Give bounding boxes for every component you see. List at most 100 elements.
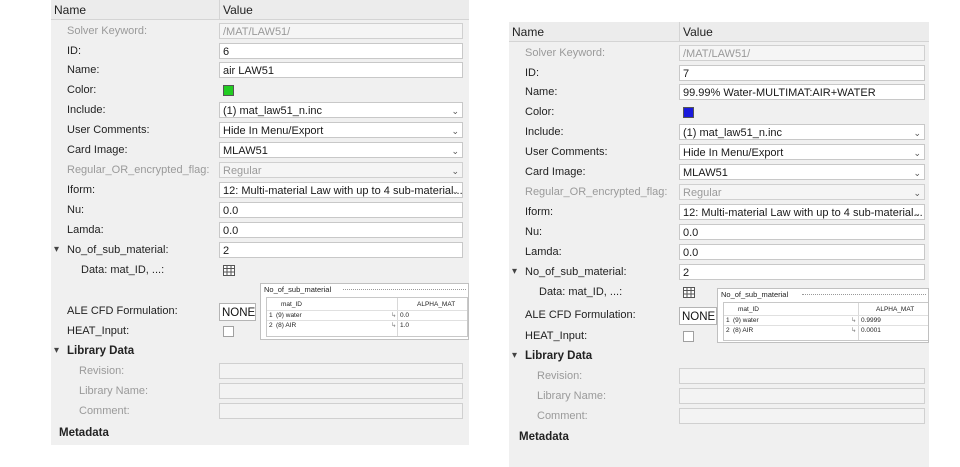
- chevron-down-icon: ⌄: [451, 146, 459, 156]
- name-column-header: Name: [512, 25, 545, 39]
- solver-keyword-label: Solver Keyword:: [67, 25, 148, 37]
- sub-material-table-popup: No_of_sub_material mat_ID ALPHA_MAT 1 (9…: [260, 283, 469, 340]
- regular-flag-value: Regular: [683, 187, 722, 199]
- table-row[interactable]: 1 (9) water ↳ 0.0: [267, 310, 467, 320]
- alpha-mat-cell: 0.9999: [861, 317, 881, 324]
- nu-label: Nu:: [67, 204, 85, 216]
- library-name-label: Library Name:: [79, 385, 149, 397]
- ale-cfd-field[interactable]: NONE: [219, 303, 256, 321]
- regular-flag-dropdown: Regular ⌄: [219, 162, 463, 178]
- revision-label: Revision:: [537, 370, 583, 382]
- solver-keyword-field: /MAT/LAW51/: [219, 23, 463, 39]
- chevron-down-icon: ⌄: [913, 188, 921, 198]
- color-swatch[interactable]: [683, 107, 694, 118]
- table-header: Name Value: [51, 0, 469, 20]
- id-field[interactable]: 7: [679, 65, 925, 81]
- iform-value: 12: Multi-material Law with up to 4 sub-…: [683, 207, 923, 219]
- sub-material-table: mat_ID ALPHA_MAT 1 (9) water ↳ 0.9999 2 …: [723, 302, 928, 341]
- sub-material-table-popup: No_of_sub_material mat_ID ALPHA_MAT 1 (9…: [717, 288, 929, 343]
- ale-cfd-label: ALE CFD Formulation:: [67, 305, 178, 317]
- user-comments-dropdown[interactable]: Hide In Menu/Export ⌄: [679, 144, 925, 160]
- chevron-down-icon: ⌄: [913, 128, 921, 138]
- include-dropdown[interactable]: (1) mat_law51_n.inc ⌄: [679, 124, 925, 140]
- mat-id-column-header: mat_ID: [281, 301, 302, 308]
- regular-flag-label: Regular_OR_encrypted_flag:: [67, 164, 210, 176]
- chevron-down-icon: ⌄: [451, 126, 459, 136]
- card-image-value: MLAW51: [223, 145, 268, 157]
- table-grid-icon[interactable]: [223, 265, 235, 276]
- name-label: Name:: [525, 86, 558, 98]
- sub-material-table: mat_ID ALPHA_MAT 1 (9) water ↳ 0.0 2 (8)…: [266, 297, 468, 337]
- heat-input-label: HEAT_Input:: [67, 325, 130, 337]
- table-grid-icon[interactable]: [683, 287, 695, 298]
- lamda-label: Lamda:: [525, 246, 562, 258]
- card-image-dropdown[interactable]: MLAW51 ⌄: [219, 142, 463, 158]
- table-row[interactable]: 2 (8) AIR ↳ 0.0001: [724, 325, 928, 335]
- row-index: 1: [269, 312, 273, 319]
- name-field[interactable]: 99.99% Water-MULTIMAT:AIR+WATER: [679, 84, 925, 100]
- table-row[interactable]: 2 (8) AIR ↳ 1.0: [267, 320, 467, 330]
- collapse-arrow-icon[interactable]: ▾: [512, 262, 517, 282]
- library-data-section: Library Data: [525, 350, 593, 362]
- comment-field: [679, 408, 925, 424]
- alpha-mat-column-header: ALPHA_MAT: [876, 306, 915, 313]
- value-column-header: Value: [223, 3, 253, 17]
- no-of-sub-material-field[interactable]: 2: [679, 264, 925, 280]
- alpha-mat-cell: 0.0: [400, 312, 410, 319]
- solver-keyword-field: /MAT/LAW51/: [679, 45, 925, 61]
- nu-field[interactable]: 0.0: [679, 224, 925, 240]
- color-label: Color:: [67, 84, 97, 96]
- mat-id-cell: (9) water: [733, 317, 759, 324]
- id-field[interactable]: 6: [219, 43, 463, 59]
- no-of-sub-material-field[interactable]: 2: [219, 242, 463, 258]
- card-image-dropdown[interactable]: MLAW51 ⌄: [679, 164, 925, 180]
- table-row[interactable]: 1 (9) water ↳ 0.9999: [724, 315, 928, 325]
- lamda-field[interactable]: 0.0: [679, 244, 925, 260]
- library-name-field: [679, 388, 925, 404]
- collapse-arrow-icon[interactable]: ▾: [54, 240, 59, 260]
- popup-title: No_of_sub_material: [264, 285, 332, 294]
- drag-handle[interactable]: [343, 289, 466, 292]
- no-of-sub-material-label: No_of_sub_material:: [525, 266, 627, 278]
- iform-dropdown[interactable]: 12: Multi-material Law with up to 4 sub-…: [219, 182, 463, 198]
- drag-handle[interactable]: [802, 294, 926, 297]
- heat-input-checkbox[interactable]: [683, 331, 694, 342]
- iform-label: Iform:: [525, 206, 554, 218]
- name-field[interactable]: air LAW51: [219, 62, 463, 78]
- user-comments-dropdown[interactable]: Hide In Menu/Export ⌄: [219, 122, 463, 138]
- library-data-section: Library Data: [67, 345, 135, 357]
- user-comments-label: User Comments:: [67, 124, 150, 136]
- regular-flag-dropdown: Regular ⌄: [679, 184, 925, 200]
- no-of-sub-material-label: No_of_sub_material:: [67, 244, 169, 256]
- card-image-label: Card Image:: [525, 166, 586, 178]
- link-icon: ↳: [391, 312, 397, 319]
- solver-keyword-label: Solver Keyword:: [525, 47, 606, 59]
- lamda-field[interactable]: 0.0: [219, 222, 463, 238]
- color-swatch[interactable]: [223, 85, 234, 96]
- iform-dropdown[interactable]: 12: Multi-material Law with up to 4 sub-…: [679, 204, 925, 220]
- regular-flag-value: Regular: [223, 165, 262, 177]
- revision-field: [679, 368, 925, 384]
- revision-field: [219, 363, 463, 379]
- link-icon: ↳: [851, 317, 857, 324]
- collapse-arrow-icon[interactable]: ▾: [54, 341, 59, 361]
- popup-title: No_of_sub_material: [721, 290, 789, 299]
- nu-label: Nu:: [525, 226, 543, 238]
- comment-field: [219, 403, 463, 419]
- heat-input-checkbox[interactable]: [223, 326, 234, 337]
- alpha-mat-cell: 1.0: [400, 322, 410, 329]
- collapse-arrow-icon[interactable]: ▾: [512, 346, 517, 366]
- chevron-down-icon: ⌄: [451, 166, 459, 176]
- id-label: ID:: [525, 67, 540, 79]
- value-column-header: Value: [683, 25, 713, 39]
- iform-label: Iform:: [67, 184, 96, 196]
- include-dropdown[interactable]: (1) mat_law51_n.inc ⌄: [219, 102, 463, 118]
- color-label: Color:: [525, 106, 555, 118]
- include-value: (1) mat_law51_n.inc: [223, 105, 323, 117]
- nu-field[interactable]: 0.0: [219, 202, 463, 218]
- left-property-panel: Name Value Solver Keyword: /MAT/LAW51/ I…: [51, 0, 469, 445]
- chevron-down-icon: ⌄: [913, 168, 921, 178]
- ale-cfd-field[interactable]: NONE: [679, 307, 717, 325]
- name-label: Name:: [67, 64, 100, 76]
- row-index: 2: [269, 322, 273, 329]
